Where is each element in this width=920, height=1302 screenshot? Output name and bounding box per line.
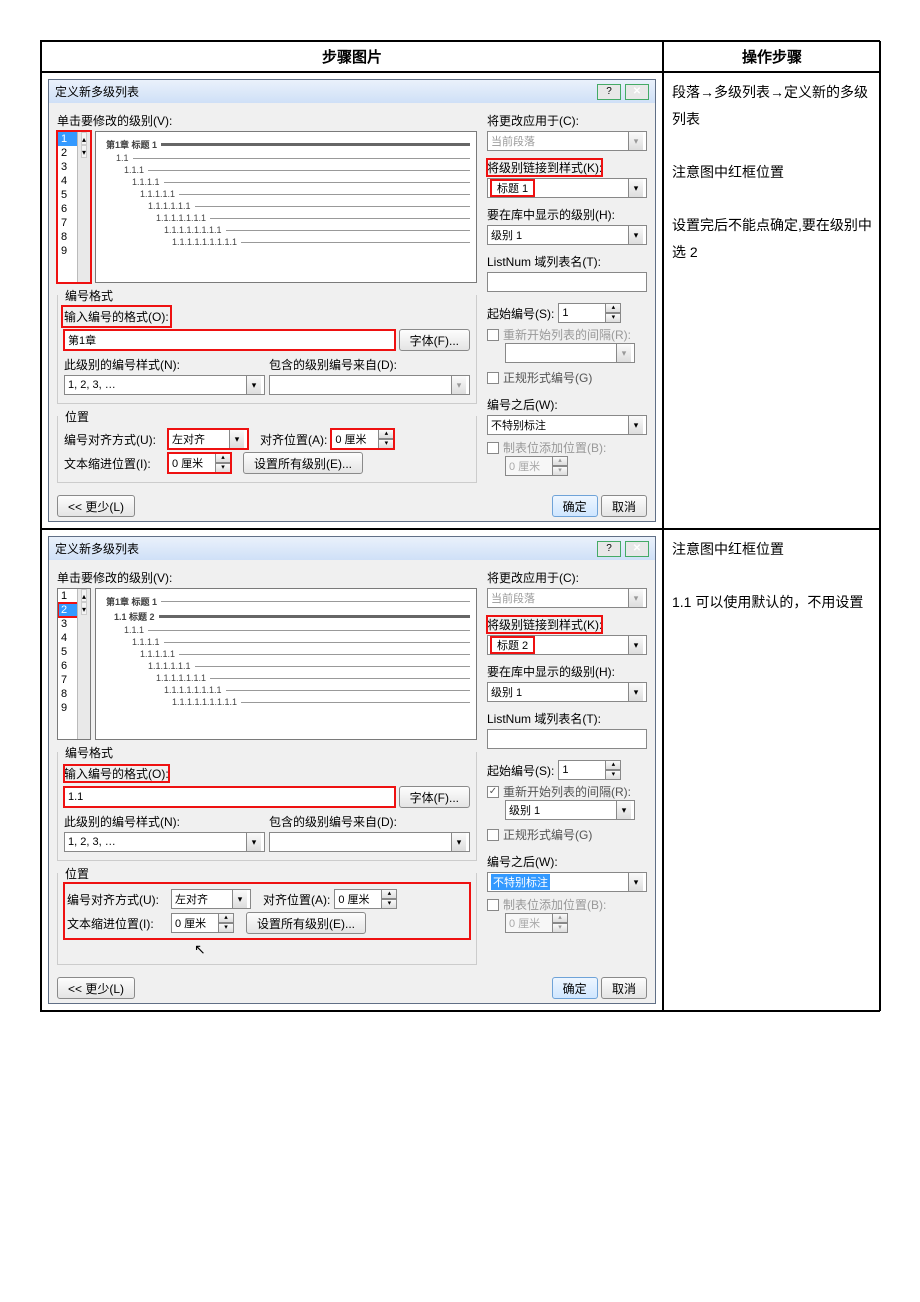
align-select[interactable]: 左对齐▾ [171, 889, 251, 909]
include-label: 包含的级别编号来自(D): [269, 813, 470, 830]
click-level-label: 单击要修改的级别(V): [57, 569, 477, 586]
numfmt-input[interactable] [64, 330, 395, 350]
numstyle-select[interactable]: 1, 2, 3, …▾ [64, 375, 265, 395]
indent-spinner[interactable]: ▴▾ [168, 453, 231, 473]
listnum-input[interactable] [487, 272, 647, 292]
restart-select[interactable]: 级别 1▾ [505, 800, 635, 820]
align-label: 编号对齐方式(U): [67, 891, 167, 908]
listnum-label: ListNum 域列表名(T): [487, 710, 647, 727]
numstyle-label: 此级别的编号样式(N): [64, 813, 265, 830]
indent-label: 文本缩进位置(I): [67, 915, 167, 932]
legal-checkbox[interactable]: 正规形式编号(G) [487, 826, 647, 843]
preview-pane: 第1章 标题 1 1.1 标题 2 1.1.1 1.1.1.1 1.1.1.1.… [95, 588, 477, 740]
link-label: 将级别链接到样式(K): [487, 159, 602, 176]
restart-checkbox: 重新开始列表的间隔(R): [487, 326, 647, 343]
dialog-2: 定义新多级列表 ? ✕ 单击要修改的级别(V): 1 2 3 4 5 6 [48, 536, 656, 1004]
numfmt-legend: 编号格式 [62, 744, 116, 761]
tab-checkbox: 制表位添加位置(B): [487, 896, 647, 913]
show-label: 要在库中显示的级别(H): [487, 206, 647, 223]
link-label: 将级别链接到样式(K): [487, 616, 602, 633]
pos-legend: 位置 [62, 865, 92, 882]
indent-label: 文本缩进位置(I): [64, 455, 164, 472]
apply-label: 将更改应用于(C): [487, 112, 647, 129]
close-button[interactable]: ✕ [625, 84, 649, 100]
less-button[interactable]: << 更少(L) [57, 495, 135, 517]
show-select[interactable]: 级别 1▾ [487, 225, 647, 245]
numfmt-label: 输入编号的格式(O): [64, 308, 169, 325]
scroll-down-icon[interactable]: ▾ [81, 145, 87, 158]
indent-spinner[interactable]: ▴▾ [171, 913, 234, 933]
apply-select: 当前段落▾ [487, 588, 647, 608]
include-select[interactable]: ▾ [269, 832, 470, 852]
alignpos-label: 对齐位置(A): [263, 891, 330, 908]
level-listbox[interactable]: 1 2 3 4 5 6 7 8 9 ▴▾ [57, 131, 91, 283]
after-label: 编号之后(W): [487, 396, 647, 413]
align-select[interactable]: 左对齐▾ [168, 429, 248, 449]
legal-checkbox[interactable]: 正规形式编号(G) [487, 369, 647, 386]
link-select[interactable]: 标题 1▾ [487, 178, 647, 198]
tab-spinner: ▴▾ [505, 456, 647, 476]
pos-legend: 位置 [62, 408, 92, 425]
ok-button[interactable]: 确定 [552, 977, 598, 999]
listnum-label: ListNum 域列表名(T): [487, 253, 647, 270]
cancel-button[interactable]: 取消 [601, 495, 647, 517]
scroll-up-icon[interactable]: ▴ [81, 589, 87, 602]
click-level-label: 单击要修改的级别(V): [57, 112, 477, 129]
apply-select: 当前段落▾ [487, 131, 647, 151]
font-button[interactable]: 字体(F)... [399, 329, 470, 351]
scroll-down-icon[interactable]: ▾ [81, 602, 87, 615]
level-listbox[interactable]: 1 2 3 4 5 6 7 8 9 ▴▾ [57, 588, 91, 740]
numstyle-label: 此级别的编号样式(N): [64, 356, 265, 373]
preview-pane: 第1章 标题 1 1.1 1.1.1 1.1.1.1 1.1.1.1.1 1.1… [95, 131, 477, 283]
listnum-input[interactable] [487, 729, 647, 749]
font-button[interactable]: 字体(F)... [399, 786, 470, 808]
less-button[interactable]: << 更少(L) [57, 977, 135, 999]
alignpos-label: 对齐位置(A): [260, 431, 327, 448]
step2-text: 注意图中红框位置 1.1 可以使用默认的，不用设置 [663, 529, 881, 1011]
help-button[interactable]: ? [597, 541, 621, 557]
dialog-title: 定义新多级列表 [55, 540, 593, 557]
alignpos-spinner[interactable]: ▴▾ [331, 429, 394, 449]
link-select[interactable]: 标题 2▾ [487, 635, 647, 655]
numfmt-input[interactable] [64, 787, 395, 807]
cancel-button[interactable]: 取消 [601, 977, 647, 999]
help-button[interactable]: ? [597, 84, 621, 100]
align-label: 编号对齐方式(U): [64, 431, 164, 448]
close-button[interactable]: ✕ [625, 541, 649, 557]
chevron-down-icon: ▾ [246, 376, 261, 394]
scroll-up-icon[interactable]: ▴ [81, 132, 87, 145]
dialog-title: 定义新多级列表 [55, 83, 593, 100]
header-right: 操作步骤 [663, 41, 881, 72]
numfmt-label: 输入编号的格式(O): [64, 765, 169, 782]
apply-label: 将更改应用于(C): [487, 569, 647, 586]
tab-checkbox: 制表位添加位置(B): [487, 439, 647, 456]
after-select[interactable]: 不特别标注▾ [487, 872, 647, 892]
show-label: 要在库中显示的级别(H): [487, 663, 647, 680]
restart-checkbox[interactable]: ✓重新开始列表的间隔(R): [487, 783, 647, 800]
numfmt-legend: 编号格式 [62, 287, 116, 304]
after-select[interactable]: 不特别标注▾ [487, 415, 647, 435]
set-all-levels-button[interactable]: 设置所有级别(E)... [243, 452, 363, 474]
start-spinner[interactable]: ▴▾ [558, 760, 621, 780]
numstyle-select[interactable]: 1, 2, 3, …▾ [64, 832, 265, 852]
dialog-1: 定义新多级列表 ? ✕ 单击要修改的级别(V): 1 2 3 4 5 6 [48, 79, 656, 522]
step1-image-cell: 定义新多级列表 ? ✕ 单击要修改的级别(V): 1 2 3 4 5 6 [41, 72, 663, 529]
after-label: 编号之后(W): [487, 853, 647, 870]
start-spinner[interactable]: ▴▾ [558, 303, 621, 323]
tab-spinner: ▴▾ [505, 913, 647, 933]
include-label: 包含的级别编号来自(D): [269, 356, 470, 373]
start-label: 起始编号(S): [487, 762, 554, 779]
restart-select: ▾ [505, 343, 635, 363]
header-left: 步骤图片 [41, 41, 663, 72]
set-all-levels-button[interactable]: 设置所有级别(E)... [246, 912, 366, 934]
ok-button[interactable]: 确定 [552, 495, 598, 517]
step1-text: 段落→多级列表→定义新的多级列表 注意图中红框位置 设置完后不能点确定,要在级别… [663, 72, 881, 529]
include-select: ▾ [269, 375, 470, 395]
alignpos-spinner[interactable]: ▴▾ [334, 889, 397, 909]
step2-image-cell: 定义新多级列表 ? ✕ 单击要修改的级别(V): 1 2 3 4 5 6 [41, 529, 663, 1011]
show-select[interactable]: 级别 1▾ [487, 682, 647, 702]
cursor-icon: ↖ [194, 941, 470, 958]
start-label: 起始编号(S): [487, 305, 554, 322]
